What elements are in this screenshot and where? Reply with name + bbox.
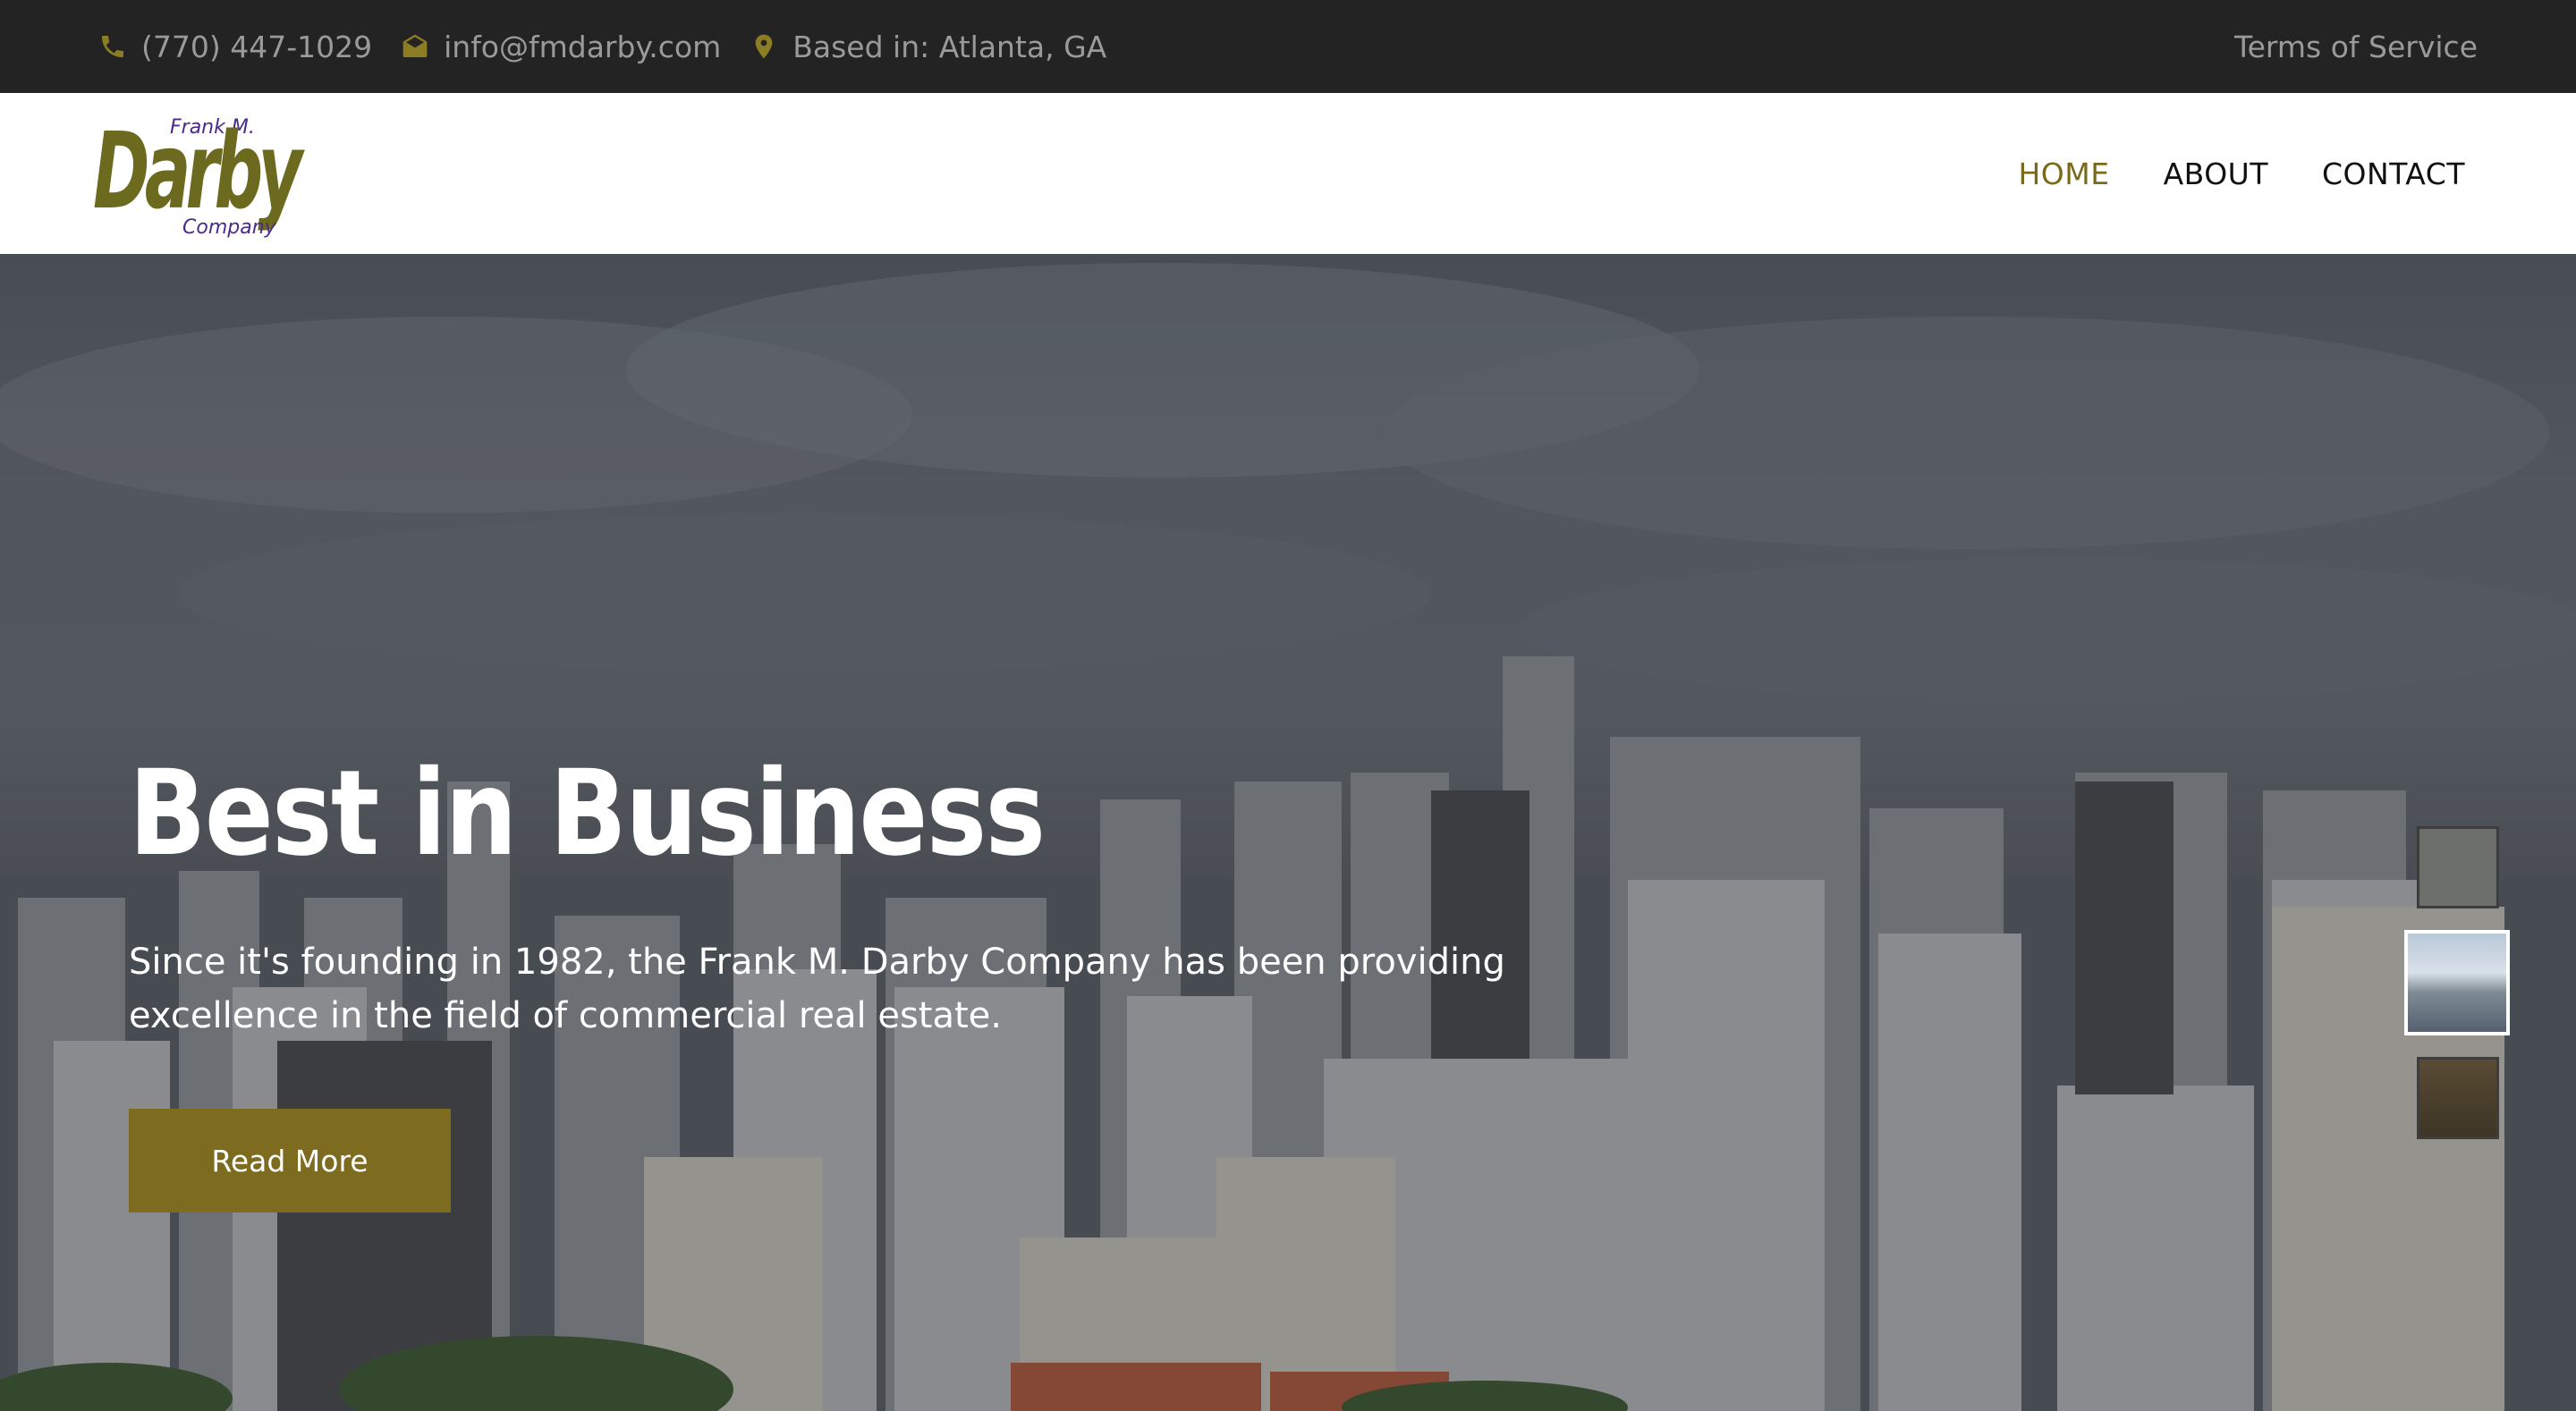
email-address: info@fmdarby.com: [444, 29, 722, 64]
company-logo[interactable]: Frank M. Darby Company: [93, 104, 335, 243]
slide-thumbnail-2[interactable]: [2404, 930, 2510, 1035]
phone-number: (770) 447-1029: [141, 29, 373, 64]
top-bar: (770) 447-1029 info@fmdarby.com Based in…: [0, 0, 2576, 93]
read-more-button[interactable]: Read More: [129, 1109, 451, 1212]
slide-thumbnail-3[interactable]: [2417, 1057, 2499, 1139]
nav-home[interactable]: HOME: [2018, 156, 2109, 191]
slide-thumbnails: [2404, 826, 2510, 1139]
logo-text-bottom: Company: [182, 216, 276, 239]
hero-title: Best in Business: [129, 745, 1046, 883]
contact-info: (770) 447-1029 info@fmdarby.com Based in…: [98, 30, 1135, 64]
location-text: Based in: Atlanta, GA: [792, 29, 1107, 64]
hero-slider: Best in Business Since it's founding in …: [0, 254, 2576, 1411]
hero-content: Best in Business Since it's founding in …: [129, 755, 1703, 1043]
phone-icon: [102, 36, 123, 57]
envelope-icon: [402, 34, 428, 57]
phone-link[interactable]: (770) 447-1029: [98, 30, 372, 64]
nav-contact[interactable]: CONTACT: [2322, 156, 2465, 191]
map-pin-icon: [755, 34, 773, 59]
hero-subtitle: Since it's founding in 1982, the Frank M…: [129, 942, 1505, 1036]
email-link[interactable]: info@fmdarby.com: [401, 30, 721, 64]
nav-about[interactable]: ABOUT: [2164, 156, 2268, 191]
slide-thumbnail-1[interactable]: [2417, 826, 2499, 908]
site-header: Frank M. Darby Company HOME ABOUT CONTAC…: [0, 93, 2576, 254]
terms-of-service-link[interactable]: Terms of Service: [2234, 30, 2478, 64]
logo-text-main: Darby: [93, 109, 302, 232]
location-info: Based in: Atlanta, GA: [750, 30, 1106, 64]
main-nav: HOME ABOUT CONTACT: [2018, 156, 2465, 191]
